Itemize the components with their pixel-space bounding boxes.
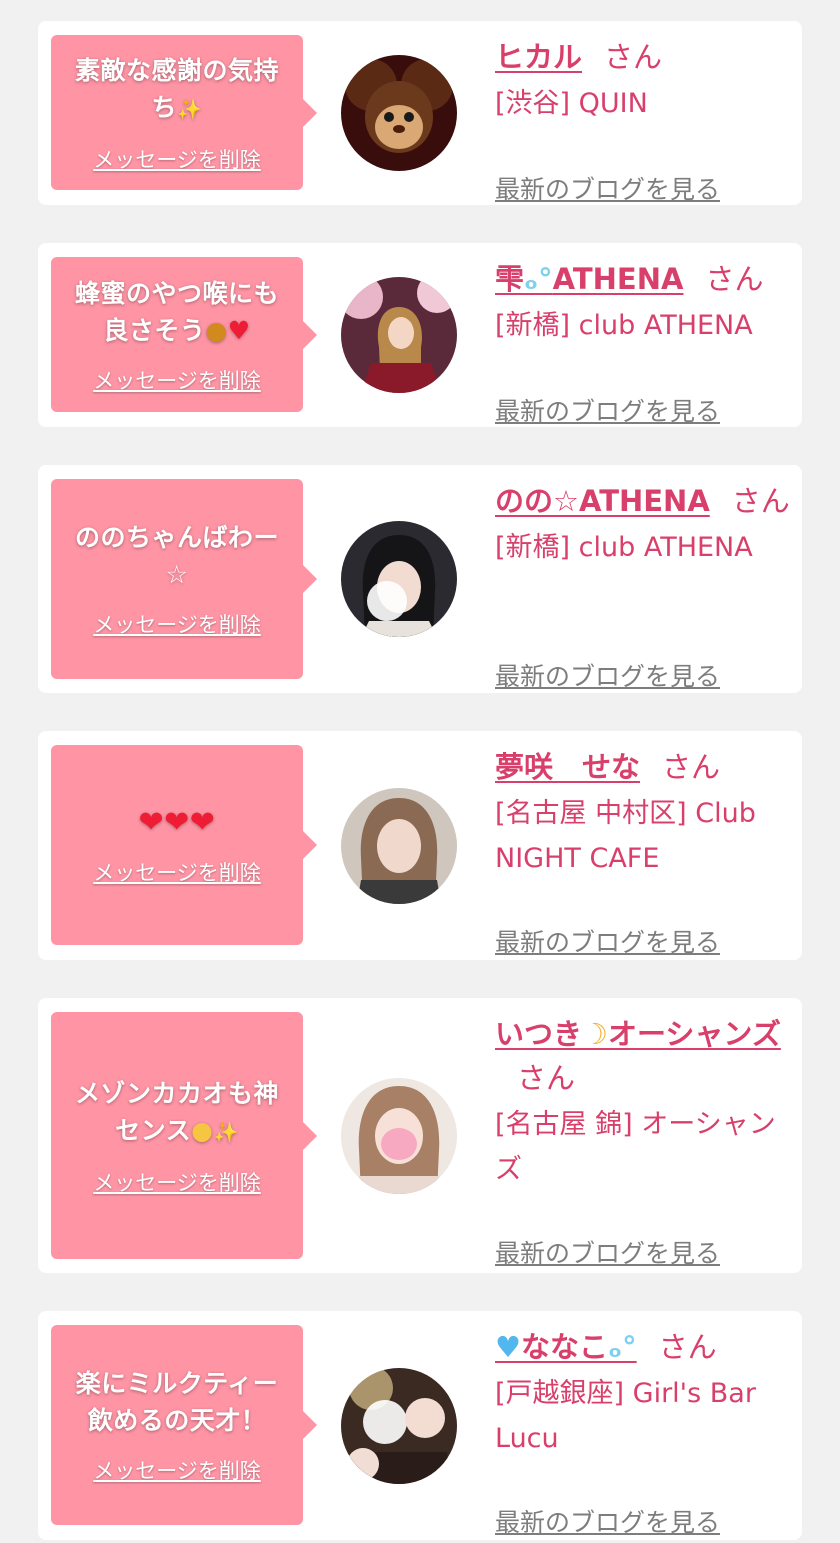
honorific: さん bbox=[658, 1330, 717, 1364]
message-card: 蜂蜜のやつ喉にも 良さそう●♥ メッセージを削除 雫ₒ°ATHENA さん [新橋… bbox=[38, 243, 802, 427]
message-text: 蜂蜜のやつ喉にも 良さそう●♥ bbox=[74, 278, 279, 345]
delete-message-link[interactable]: メッセージを削除 bbox=[93, 1167, 261, 1197]
message-text: 素敵な感謝の気持 ち✨ bbox=[74, 55, 279, 122]
shop-name: [戸越銀座] Girl's Bar Lucu bbox=[495, 1378, 756, 1454]
message-bubble: ❤❤❤ メッセージを削除 bbox=[51, 745, 317, 945]
message-bubble: 蜂蜜のやつ喉にも 良さそう●♥ メッセージを削除 bbox=[51, 257, 317, 412]
sender-info: 雫ₒ°ATHENA さん [新橋] club ATHENA 最新のブログを見る bbox=[495, 257, 790, 426]
sender-name-link[interactable]: ♥ななこₒ° bbox=[495, 1330, 637, 1364]
message-bubble: メゾンカカオも神 センス●✨ メッセージを削除 bbox=[51, 1012, 317, 1259]
pleading-face-icon: ● bbox=[191, 1115, 214, 1145]
sender-name-link[interactable]: いつき☽オーシャンズ bbox=[495, 1017, 781, 1051]
message-card: 素敵な感謝の気持 ち✨ メッセージを削除 ヒカルさん [渋谷] QUIN 最新 bbox=[38, 21, 802, 205]
shop-name: [名古屋 中村区] Club NIGHT CAFE bbox=[495, 798, 756, 874]
message-card: 楽にミルクティー 飲めるの天才！ メッセージを削除 ♥ななこₒ° さん [戸越銀座… bbox=[38, 1311, 802, 1540]
avatar[interactable] bbox=[341, 1368, 457, 1484]
message-card: メゾンカカオも神 センス●✨ メッセージを削除 いつき☽オーシャンズさん [名古… bbox=[38, 998, 802, 1273]
message-card: ののちゃんばわー ☆ メッセージを削除 のの☆ATHENA さん [新橋] clu… bbox=[38, 465, 802, 693]
sender-info: のの☆ATHENA さん [新橋] club ATHENA 最新のブログを見る bbox=[495, 479, 790, 691]
shop-name: [新橋] club ATHENA bbox=[495, 310, 753, 341]
sparkle-icon: ✨ bbox=[213, 1119, 239, 1144]
shop-name: [名古屋 錦] オーシャンズ bbox=[495, 1109, 776, 1185]
latest-blog-link[interactable]: 最新のブログを見る bbox=[495, 170, 720, 206]
sparkle-icon: ✨ bbox=[177, 96, 203, 121]
bubbles-icon: ₒ° bbox=[608, 1330, 637, 1364]
message-bubble: 楽にミルクティー 飲めるの天才！ メッセージを削除 bbox=[51, 1325, 317, 1525]
avatar[interactable] bbox=[341, 788, 457, 904]
honorific: さん bbox=[662, 750, 721, 784]
honorific: さん bbox=[705, 262, 764, 296]
message-text: メゾンカカオも神 センス●✨ bbox=[74, 1078, 279, 1145]
message-text: 楽にミルクティー 飲めるの天才！ bbox=[75, 1369, 279, 1435]
sender-name-link[interactable]: ヒカル bbox=[495, 40, 582, 74]
delete-message-link[interactable]: メッセージを削除 bbox=[93, 144, 261, 174]
blue-heart-icon: ♥ bbox=[495, 1330, 521, 1364]
sender-info: 夢咲 せな さん [名古屋 中村区] Club NIGHT CAFE 最新のブログ… bbox=[495, 745, 790, 957]
sender-info: いつき☽オーシャンズさん [名古屋 錦] オーシャンズ 最新のブログを見る bbox=[495, 1012, 790, 1268]
message-bubble: 素敵な感謝の気持 ち✨ メッセージを削除 bbox=[51, 35, 317, 190]
delete-message-link[interactable]: メッセージを削除 bbox=[93, 1455, 261, 1485]
latest-blog-link[interactable]: 最新のブログを見る bbox=[495, 1234, 720, 1270]
avatar[interactable] bbox=[341, 1078, 457, 1194]
honorific: さん bbox=[731, 484, 790, 518]
latest-blog-link[interactable]: 最新のブログを見る bbox=[495, 392, 720, 428]
latest-blog-link[interactable]: 最新のブログを見る bbox=[495, 1503, 720, 1539]
avatar[interactable] bbox=[341, 277, 457, 393]
latest-blog-link[interactable]: 最新のブログを見る bbox=[495, 657, 720, 693]
honorific: さん bbox=[517, 1061, 576, 1095]
message-text: ののちゃんばわー ☆ bbox=[74, 523, 279, 589]
delete-message-link[interactable]: メッセージを削除 bbox=[93, 857, 261, 887]
message-bubble: ののちゃんばわー ☆ メッセージを削除 bbox=[51, 479, 317, 679]
sender-name-link[interactable]: 雫ₒ°ATHENA bbox=[495, 262, 683, 296]
bubbles-icon: ₒ° bbox=[524, 262, 553, 296]
heart-icon: ♥ bbox=[227, 315, 251, 345]
avatar[interactable] bbox=[341, 521, 457, 637]
delete-message-link[interactable]: メッセージを削除 bbox=[93, 609, 261, 639]
message-text: ❤❤❤ bbox=[138, 804, 216, 840]
message-card: ❤❤❤ メッセージを削除 夢咲 せな さん [名古屋 中村区] Club NIGH… bbox=[38, 731, 802, 960]
sender-name-link[interactable]: のの☆ATHENA bbox=[495, 484, 710, 518]
crescent-moon-icon: ☽ bbox=[582, 1017, 609, 1051]
delete-message-link[interactable]: メッセージを削除 bbox=[93, 365, 261, 395]
shop-name: [渋谷] QUIN bbox=[495, 88, 648, 119]
sender-name-link[interactable]: 夢咲 せな bbox=[495, 750, 640, 784]
honorific: さん bbox=[604, 40, 663, 74]
shop-name: [新橋] club ATHENA bbox=[495, 532, 753, 563]
honey-pot-icon: ● bbox=[205, 315, 228, 345]
sender-info: ヒカル さん [渋谷] QUIN 最新のブログを見る bbox=[495, 35, 790, 204]
latest-blog-link[interactable]: 最新のブログを見る bbox=[495, 923, 720, 959]
avatar[interactable] bbox=[341, 55, 457, 171]
sender-info: ♥ななこₒ° さん [戸越銀座] Girl's Bar Lucu 最新のブログを見… bbox=[495, 1325, 790, 1537]
